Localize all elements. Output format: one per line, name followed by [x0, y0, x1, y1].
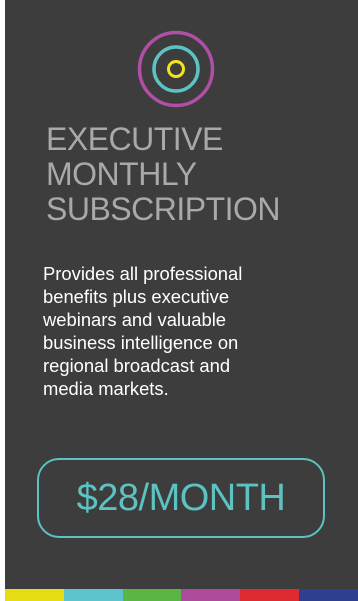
- stripe-segment: [299, 589, 358, 601]
- plan-description: Provides all professional benefits plus …: [43, 262, 308, 400]
- description-line: business intelligence on: [43, 332, 239, 353]
- stripe-segment: [181, 589, 241, 601]
- plan-title-line: MONTHLY: [46, 156, 197, 192]
- stripe-segment: [240, 589, 300, 601]
- description-line: media markets.: [43, 378, 169, 399]
- stripe-segment: [122, 589, 182, 601]
- subscription-card: EXECUTIVE MONTHLY SUBSCRIPTION Provides …: [5, 0, 358, 601]
- description-line: regional broadcast and: [43, 355, 231, 376]
- plan-title-line: SUBSCRIPTION: [46, 191, 281, 227]
- target-rings-icon: [137, 30, 215, 108]
- plan-title: EXECUTIVE MONTHLY SUBSCRIPTION: [46, 122, 336, 227]
- stripe-segment: [5, 589, 64, 601]
- plan-title-line: EXECUTIVE: [46, 121, 223, 157]
- description-line: webinars and valuable: [43, 309, 227, 330]
- description-line: Provides all professional: [43, 263, 243, 284]
- price-button[interactable]: $28/MONTH: [37, 458, 325, 538]
- stripe-segment: [63, 589, 123, 601]
- color-stripe: [5, 589, 358, 601]
- description-line: benefits plus executive: [43, 286, 230, 307]
